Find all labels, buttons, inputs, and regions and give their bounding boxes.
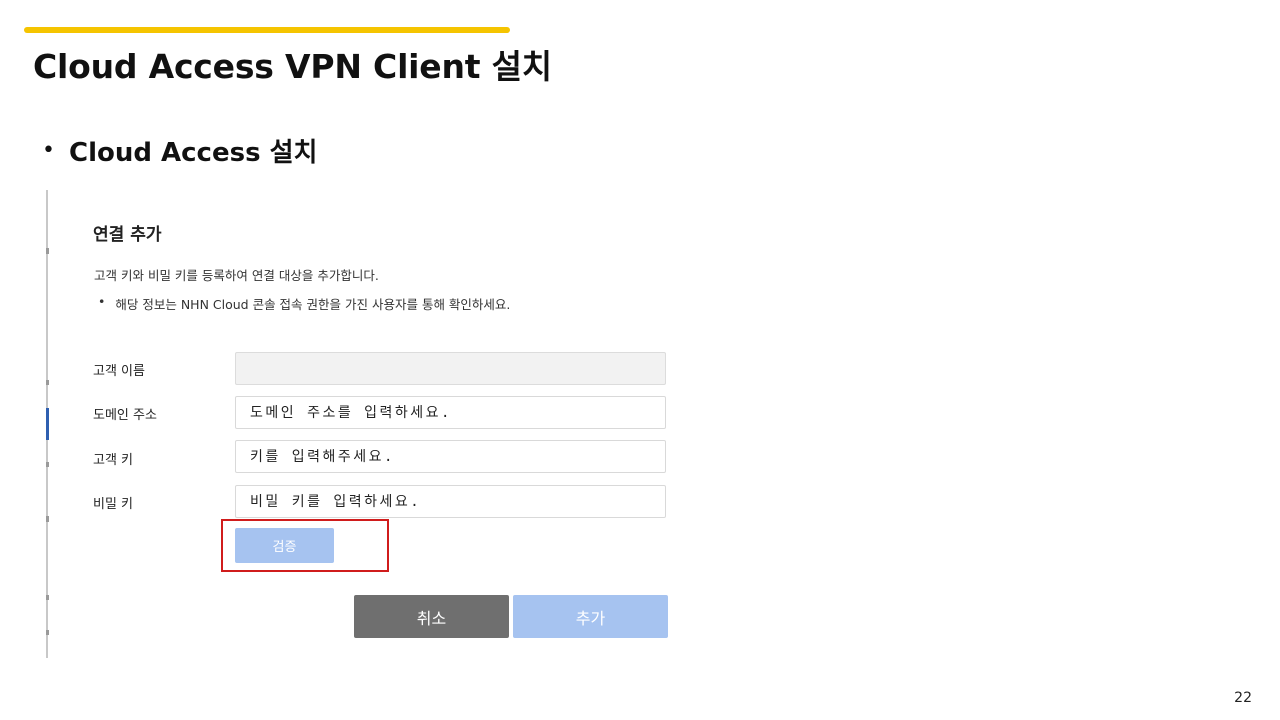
section-heading: Cloud Access 설치 (68, 138, 318, 168)
note-text: 해당 정보는 NHN Cloud 콘솔 접속 권한을 가진 사용자를 통해 확인… (115, 297, 511, 312)
edge-tick (46, 630, 49, 635)
domain-address-label: 도메인 주소 (93, 408, 157, 423)
verify-button[interactable]: 검증 (235, 528, 334, 563)
section-bullet: • Cloud Access 설치 (42, 132, 317, 169)
slide-title: Cloud Access VPN Client 설치 (33, 47, 552, 86)
edge-tick (46, 516, 49, 522)
customer-name-label: 고객 이름 (93, 364, 145, 379)
secret-key-input[interactable] (235, 485, 666, 518)
edge-tick (46, 380, 49, 385)
bullet-dot-icon: • (42, 137, 55, 163)
dialog-description: 고객 키와 비밀 키를 등록하여 연결 대상을 추가합니다. (94, 268, 379, 283)
dialog-note: • 해당 정보는 NHN Cloud 콘솔 접속 권한을 가진 사용자를 통해 … (98, 294, 510, 313)
customer-key-input[interactable] (235, 440, 666, 473)
add-button[interactable]: 추가 (513, 595, 668, 638)
domain-address-input[interactable] (235, 396, 666, 429)
customer-name-input[interactable] (235, 352, 666, 385)
title-accent-bar (24, 27, 510, 33)
note-bullet-icon: • (98, 294, 106, 309)
add-connection-dialog: 연결 추가 고객 키와 비밀 키를 등록하여 연결 대상을 추가합니다. • 해… (46, 190, 686, 658)
page-number: 22 (1234, 690, 1252, 706)
dialog-title: 연결 추가 (93, 225, 162, 245)
edge-tick (46, 248, 49, 254)
edge-selection-marker (46, 408, 49, 440)
customer-key-label: 고객 키 (93, 453, 134, 468)
edge-tick (46, 462, 49, 467)
secret-key-label: 비밀 키 (93, 497, 134, 512)
edge-tick (46, 595, 49, 600)
cancel-button[interactable]: 취소 (354, 595, 509, 638)
